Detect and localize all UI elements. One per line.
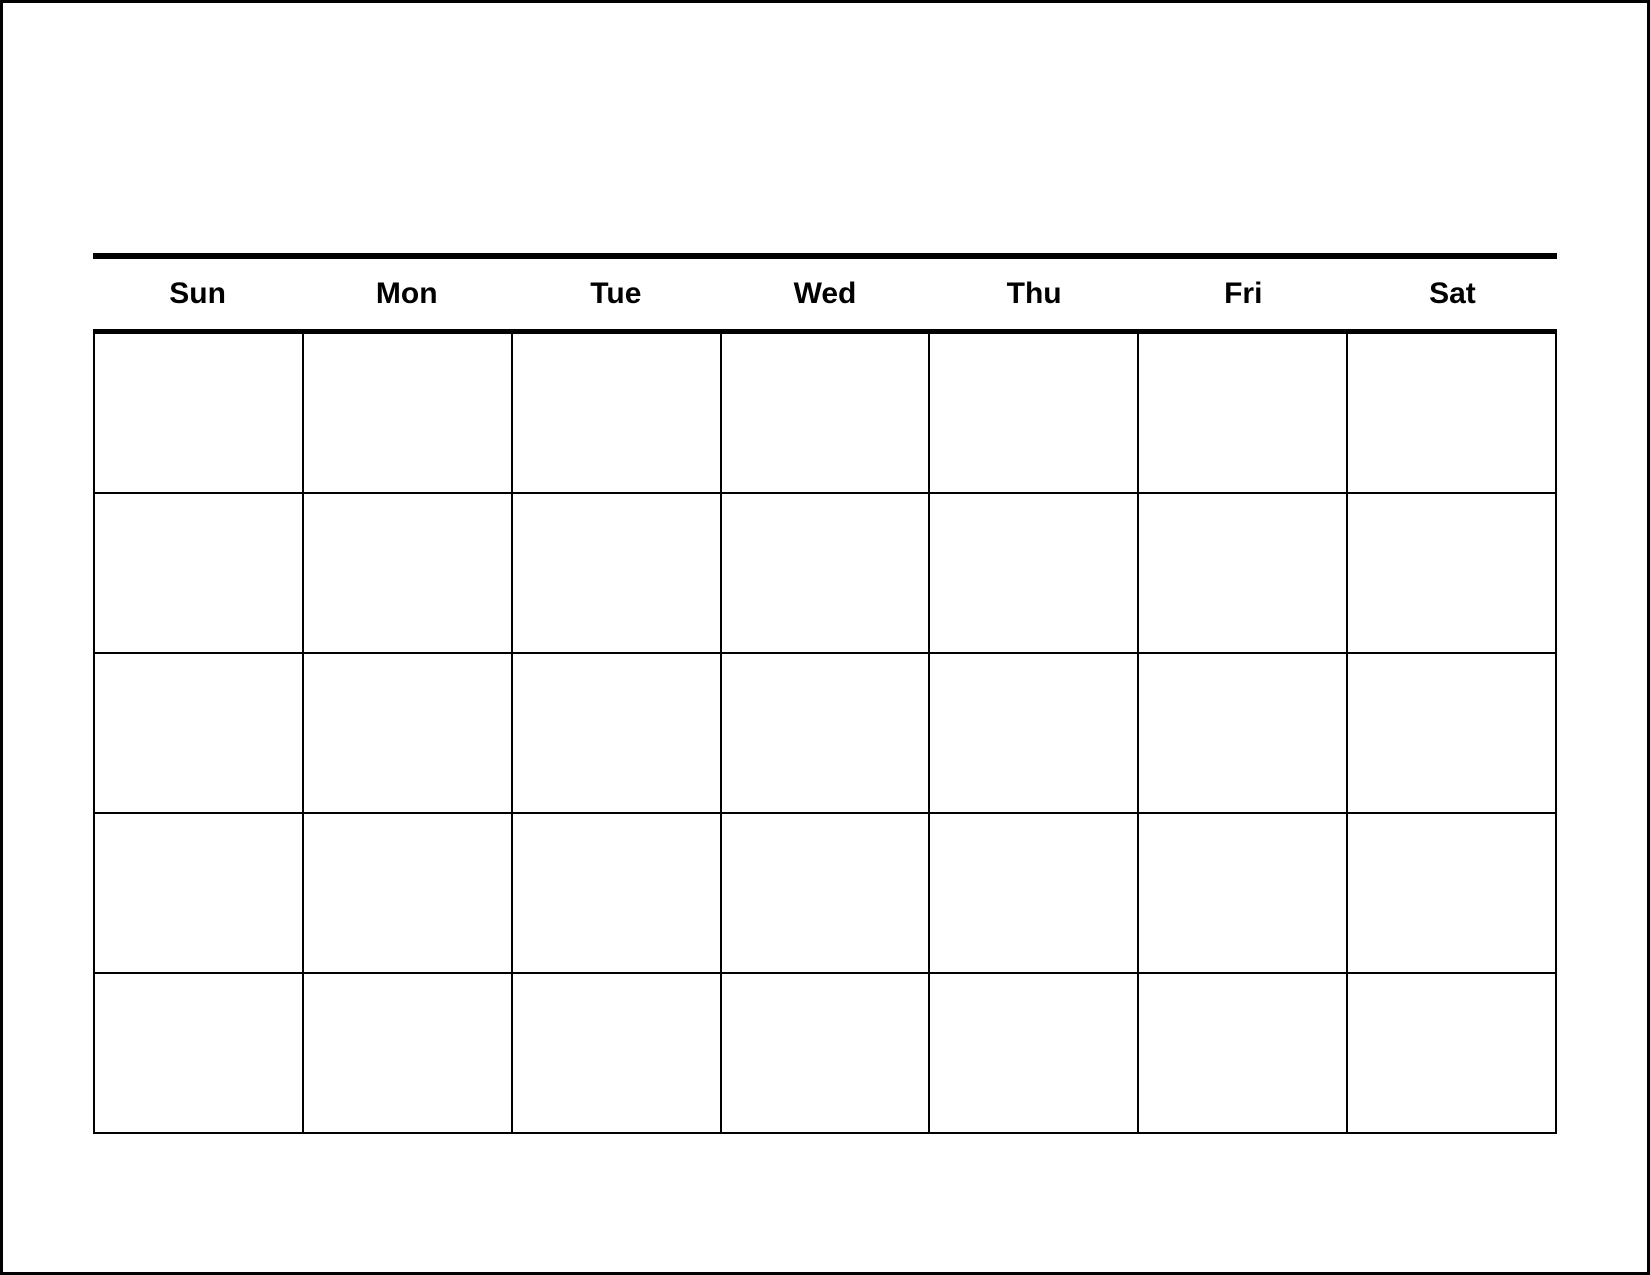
calendar-cell	[304, 654, 513, 814]
calendar-cell	[304, 494, 513, 654]
calendar-cell	[930, 654, 1139, 814]
calendar-cell	[930, 334, 1139, 494]
day-header-wed: Wed	[720, 277, 929, 311]
calendar-cell	[95, 654, 304, 814]
calendar-cell	[1139, 974, 1348, 1134]
calendar-cell	[304, 974, 513, 1134]
calendar-cell	[95, 334, 304, 494]
day-header-tue: Tue	[511, 277, 720, 311]
calendar-cell	[722, 814, 931, 974]
calendar-cell	[95, 974, 304, 1134]
day-header-sat: Sat	[1348, 277, 1557, 311]
day-header-fri: Fri	[1139, 277, 1348, 311]
calendar-cell	[1348, 494, 1557, 654]
calendar-cell	[930, 814, 1139, 974]
calendar-cell	[1139, 334, 1348, 494]
calendar-cell	[930, 974, 1139, 1134]
calendar-cell	[930, 494, 1139, 654]
calendar-cell	[1348, 974, 1557, 1134]
page-frame: Sun Mon Tue Wed Thu Fri Sat	[0, 0, 1650, 1275]
calendar-cell	[1139, 654, 1348, 814]
calendar-cell	[304, 334, 513, 494]
calendar-cell	[513, 974, 722, 1134]
calendar-cell	[95, 494, 304, 654]
calendar-cell	[1348, 654, 1557, 814]
calendar-cell	[513, 814, 722, 974]
day-header-row: Sun Mon Tue Wed Thu Fri Sat	[93, 259, 1557, 329]
day-header-mon: Mon	[302, 277, 511, 311]
calendar-cell	[513, 334, 722, 494]
day-header-thu: Thu	[930, 277, 1139, 311]
calendar-cell	[1348, 334, 1557, 494]
calendar-grid	[93, 334, 1557, 1134]
calendar-cell	[722, 654, 931, 814]
calendar-cell	[513, 654, 722, 814]
calendar-cell	[1348, 814, 1557, 974]
calendar-cell	[722, 334, 931, 494]
calendar-cell	[304, 814, 513, 974]
calendar-cell	[95, 814, 304, 974]
day-header-sun: Sun	[93, 277, 302, 311]
calendar: Sun Mon Tue Wed Thu Fri Sat	[93, 253, 1557, 1134]
calendar-cell	[513, 494, 722, 654]
calendar-cell	[1139, 814, 1348, 974]
calendar-cell	[1139, 494, 1348, 654]
calendar-cell	[722, 494, 931, 654]
calendar-cell	[722, 974, 931, 1134]
